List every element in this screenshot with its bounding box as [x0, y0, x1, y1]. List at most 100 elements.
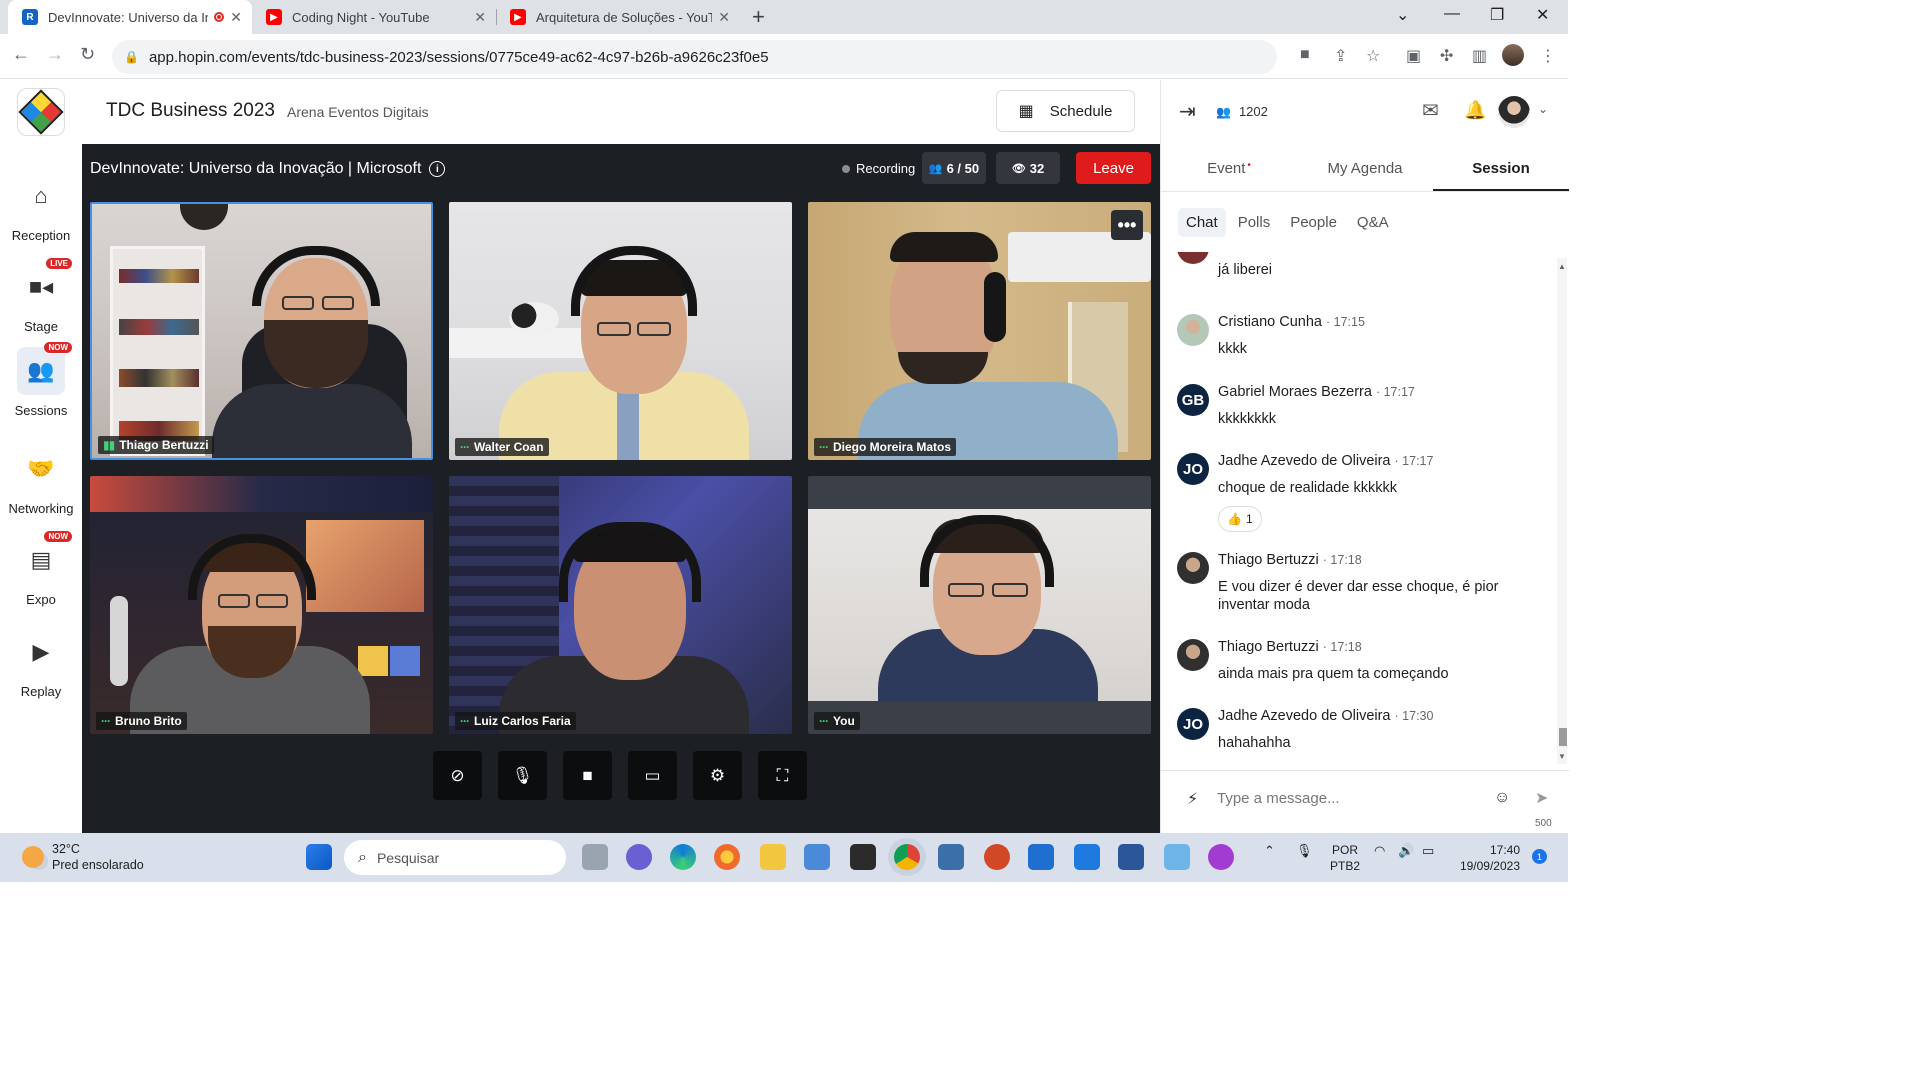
schedule-button[interactable]: ▦ Schedule — [996, 90, 1135, 132]
mail-icon[interactable]: ✉ — [1422, 98, 1439, 123]
weather-widget[interactable]: 32°C Pred ensolarado — [22, 841, 144, 873]
reaction-button[interactable]: 👍 1 — [1218, 506, 1262, 532]
subtab-qa[interactable]: Q&A — [1349, 208, 1397, 237]
microphone-button[interactable]: 🎙 — [498, 751, 547, 800]
edge-icon[interactable] — [670, 844, 696, 870]
video-tile[interactable]: ··· Bruno Brito — [90, 476, 433, 734]
tab-my-agenda[interactable]: My Agenda — [1297, 144, 1433, 191]
organizer-name[interactable]: Arena Eventos Digitais — [287, 104, 429, 120]
browser-profile-avatar[interactable] — [1502, 44, 1524, 66]
word-icon[interactable] — [1118, 844, 1144, 870]
video-tile[interactable]: ··· Luiz Carlos Faria — [449, 476, 792, 734]
teams-icon[interactable] — [626, 844, 652, 870]
maximize-icon[interactable]: ❐ — [1490, 5, 1504, 25]
message-author[interactable]: Cristiano Cunha · 17:15 — [1218, 314, 1365, 330]
powerpoint-icon[interactable] — [984, 844, 1010, 870]
scroll-up-icon[interactable]: ▲ — [1558, 262, 1566, 271]
leave-button[interactable]: Leave — [1076, 152, 1151, 184]
video-tile[interactable]: ▮▮ Thiago Bertuzzi — [90, 202, 433, 460]
windows-start-icon[interactable] — [306, 844, 332, 870]
camera-blocked-icon[interactable]: ■ — [1300, 46, 1310, 64]
clock[interactable]: 17:40 19/09/2023 — [1456, 842, 1520, 874]
nav-item-reception[interactable]: ⌂ Reception — [0, 172, 82, 243]
tab-search-icon[interactable]: ⌄ — [1396, 5, 1409, 25]
info-icon[interactable]: i — [429, 161, 446, 177]
volume-icon[interactable]: 🔊 — [1398, 843, 1414, 859]
minimize-icon[interactable]: — — [1444, 5, 1460, 23]
task-view-icon[interactable] — [582, 844, 608, 870]
new-tab-icon[interactable]: + — [752, 4, 765, 30]
nav-item-networking[interactable]: 🤝 Networking — [0, 445, 82, 516]
video-button[interactable]: ■ — [563, 751, 612, 800]
avatar[interactable] — [1177, 252, 1209, 264]
share-icon[interactable]: ⇪ — [1334, 46, 1347, 66]
message-author[interactable]: Thiago Bertuzzi · 17:18 — [1218, 552, 1362, 568]
event-logo[interactable] — [17, 88, 65, 136]
fullscreen-button[interactable]: ⛶ — [758, 751, 807, 800]
chat-scrollbar[interactable]: ▲ ▼ — [1557, 258, 1567, 764]
avatar[interactable] — [1177, 314, 1209, 346]
message-author[interactable]: Thiago Bertuzzi · 17:18 — [1218, 639, 1362, 655]
file-explorer-icon[interactable] — [760, 844, 786, 870]
avatar[interactable]: JO — [1177, 453, 1209, 485]
browser-tab-arquitetura[interactable]: ▶ Arquitetura de Soluções - YouTube ✕ — [496, 0, 740, 34]
reload-icon[interactable]: ↻ — [80, 44, 95, 65]
message-author[interactable]: Jadhe Azevedo de Oliveira · 17:30 — [1218, 708, 1433, 724]
video-tile[interactable]: ··· Walter Coan — [449, 202, 792, 460]
microphone-tray-icon[interactable]: 🎙 — [1296, 843, 1313, 859]
camera-off-button[interactable]: ⊘ — [433, 751, 482, 800]
message-input[interactable] — [1217, 785, 1487, 811]
forward-arrow-icon[interactable]: → — [46, 44, 64, 65]
battery-icon[interactable]: ▭ — [1422, 843, 1434, 859]
tab-session[interactable]: Session — [1433, 144, 1569, 191]
bookmark-star-icon[interactable]: ☆ — [1366, 46, 1380, 66]
back-arrow-icon[interactable]: ← — [12, 44, 30, 65]
app-icon[interactable] — [1208, 844, 1234, 870]
subtab-people[interactable]: People — [1282, 208, 1345, 237]
lightning-icon[interactable]: ⚡ — [1187, 789, 1198, 809]
firefox-icon[interactable] — [714, 844, 740, 870]
wifi-icon[interactable]: ◠ — [1374, 843, 1385, 859]
app-icon[interactable] — [938, 844, 964, 870]
bell-icon[interactable]: 🔔 — [1464, 100, 1486, 121]
browser-tab-hopin[interactable]: R DevInnovate: Universo da Inovação ✕ — [8, 0, 252, 34]
close-window-icon[interactable]: ✕ — [1536, 5, 1549, 25]
scroll-down-icon[interactable]: ▼ — [1558, 752, 1566, 761]
video-tile[interactable]: ··· You — [808, 476, 1151, 734]
close-tab-icon[interactable]: ✕ — [230, 9, 242, 26]
participants-pill[interactable]: 👥 6 / 50 — [922, 152, 986, 184]
terminal-icon[interactable] — [850, 844, 876, 870]
app-icon[interactable] — [1164, 844, 1190, 870]
tab-event[interactable]: Event • — [1161, 144, 1297, 191]
collapse-panel-icon[interactable]: ⇥ — [1179, 99, 1196, 124]
chevron-up-icon[interactable]: ⌃ — [1264, 843, 1275, 859]
nav-item-expo[interactable]: ▤ NOW Expo — [0, 530, 82, 607]
emoji-icon[interactable]: ☺ — [1494, 789, 1510, 807]
close-tab-icon[interactable]: ✕ — [718, 9, 730, 26]
language-indicator[interactable]: POR PTB2 — [1330, 842, 1360, 874]
notification-badge[interactable]: 1 — [1532, 849, 1547, 864]
avatar[interactable]: JO — [1177, 708, 1209, 740]
more-options-button[interactable]: ••• — [1111, 210, 1143, 240]
attendee-count[interactable]: 👥 1202 — [1216, 104, 1268, 119]
picture-in-picture-icon[interactable]: ▣ — [1406, 46, 1421, 66]
message-author[interactable]: Gabriel Moraes Bezerra · 17:17 — [1218, 384, 1415, 400]
user-avatar[interactable] — [1498, 96, 1530, 128]
mail-app-icon[interactable] — [1028, 844, 1054, 870]
taskbar-search[interactable]: ⌕ Pesquisar — [344, 840, 566, 875]
extensions-puzzle-icon[interactable]: ✣ — [1440, 46, 1453, 66]
screen-share-button[interactable]: ▭ — [628, 751, 677, 800]
avatar[interactable]: GB — [1177, 384, 1209, 416]
url-field[interactable]: 🔒 app.hopin.com/events/tdc-business-2023… — [112, 40, 1277, 74]
subtab-chat[interactable]: Chat — [1178, 208, 1226, 237]
side-panel-icon[interactable]: ▥ — [1472, 46, 1487, 66]
browser-tab-coding-night[interactable]: ▶ Coding Night - YouTube ✕ — [252, 0, 496, 34]
chevron-down-icon[interactable]: ⌄ — [1538, 102, 1548, 116]
nav-item-stage[interactable]: ■◂ LIVE Stage — [0, 257, 82, 334]
message-author[interactable]: Jadhe Azevedo de Oliveira · 17:17 — [1218, 453, 1433, 469]
nav-item-replay[interactable]: ▶ Replay — [0, 628, 82, 699]
settings-button[interactable]: ⚙ — [693, 751, 742, 800]
avatar[interactable] — [1177, 552, 1209, 584]
azure-data-studio-icon[interactable] — [804, 844, 830, 870]
chrome-icon[interactable] — [894, 844, 920, 870]
